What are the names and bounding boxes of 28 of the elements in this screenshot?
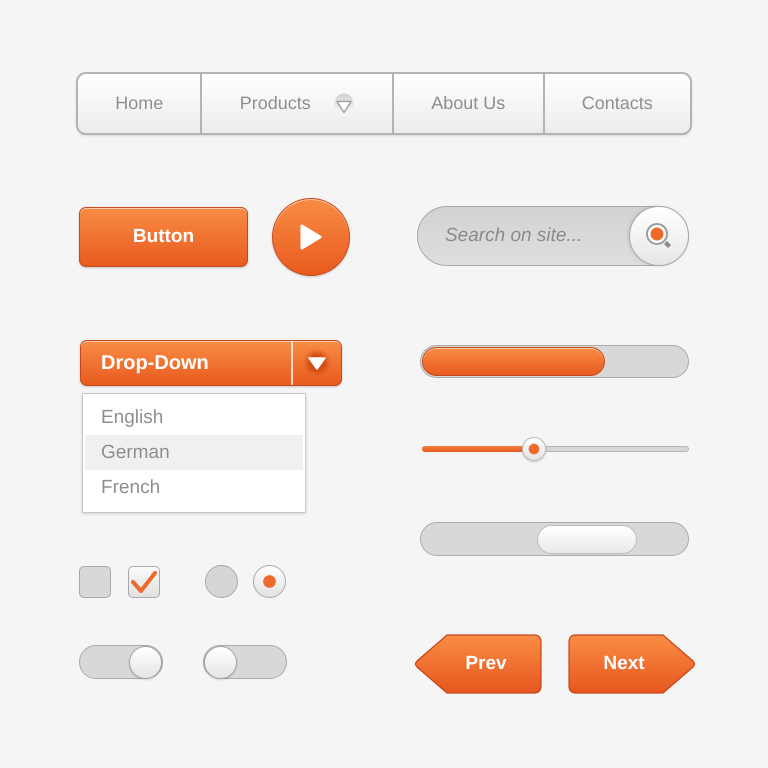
scrollbar[interactable] [420, 522, 689, 556]
search-icon [645, 222, 673, 250]
toggle-knob[interactable] [204, 646, 237, 678]
checkbox[interactable] [128, 566, 160, 598]
slider-track[interactable] [422, 437, 689, 461]
checkbox[interactable] [79, 566, 111, 598]
dropdown-option[interactable]: French [85, 470, 303, 505]
play-icon [299, 223, 323, 251]
scrollbar-thumb[interactable] [536, 524, 636, 554]
radio-button[interactable] [253, 565, 286, 598]
primary-button[interactable]: Button [79, 207, 248, 267]
dropdown-button[interactable]: Drop-Down [80, 340, 342, 386]
nav-item[interactable]: Contacts [542, 74, 690, 133]
toggle-switch[interactable] [79, 645, 163, 679]
caret-icon [302, 348, 332, 378]
nav-item[interactable]: Home [78, 74, 200, 133]
dropdown-option[interactable]: English [85, 400, 303, 435]
next-button[interactable]: Next [568, 634, 696, 694]
radio-button[interactable] [205, 565, 238, 598]
nav-item[interactable]: Products [200, 74, 392, 133]
search-button[interactable] [629, 206, 689, 266]
check-icon [131, 570, 157, 592]
toggle-knob[interactable] [129, 646, 162, 678]
nav-item[interactable]: About Us [392, 74, 543, 133]
slider-thumb[interactable] [522, 437, 546, 461]
dropdown-option[interactable]: German [85, 435, 303, 470]
toggle-switch[interactable] [203, 645, 287, 679]
prev-button[interactable]: Prev [414, 634, 542, 694]
